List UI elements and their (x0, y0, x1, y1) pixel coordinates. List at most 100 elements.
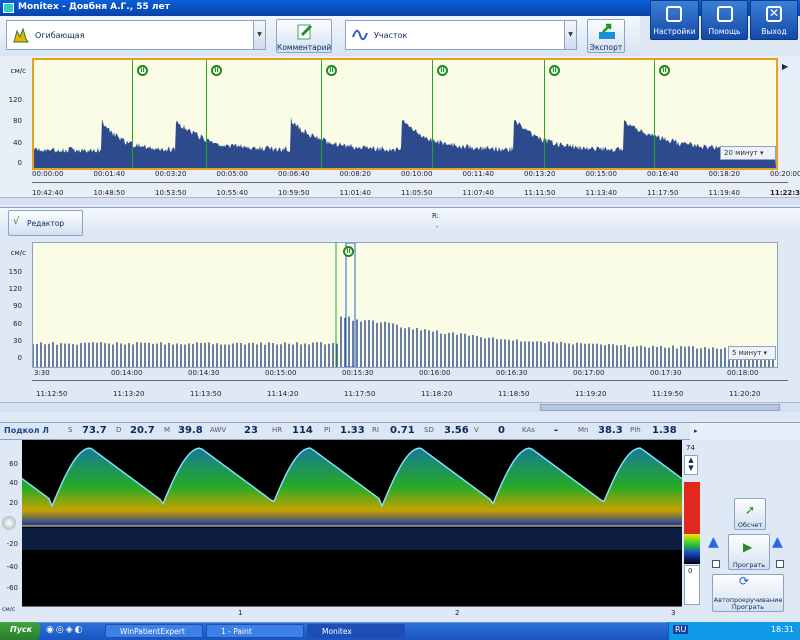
overview-clock-axis (32, 182, 788, 187)
metric-label: HR (272, 426, 282, 434)
detail-span-select[interactable]: 5 минут ▾ (728, 346, 776, 360)
detail-scrollbar[interactable] (0, 402, 800, 412)
overview-span-value: 20 минут (724, 149, 758, 157)
formula-icon: √ (13, 216, 19, 227)
envelope-select[interactable]: Огибающая ▼ (6, 20, 266, 50)
overview-clock-tick: 11:11:50 (524, 189, 555, 197)
overview-y-unit: см/с (4, 67, 26, 75)
overview-y-tick: 80 (0, 117, 22, 125)
detail-chart[interactable] (32, 242, 778, 368)
quicklaunch-icons[interactable]: ◉◎◈◐ (46, 625, 102, 637)
language-indicator[interactable]: RU (673, 625, 688, 634)
marker-line (432, 60, 433, 168)
overview-time-tick: 00:20:00 (770, 170, 800, 178)
segment-marker[interactable]: II (326, 65, 337, 76)
metric-label: Mn (578, 426, 588, 434)
right-checkbox[interactable] (776, 560, 784, 568)
envelope-select-value: Огибающая (35, 31, 85, 40)
chevron-down-icon[interactable]: ▼ (253, 21, 265, 49)
detail-clock-tick: 11:12:50 (36, 390, 67, 398)
arrow-up-icon[interactable]: ▲ (772, 534, 783, 550)
arrow-up-icon[interactable]: ▲ (708, 534, 719, 550)
detail-y-tick: 120 (0, 285, 22, 293)
comment-button[interactable]: Комментарий (276, 19, 332, 53)
marker-line (132, 60, 133, 168)
exit-button[interactable]: ✕ Выход (750, 0, 798, 40)
metric-label: M (164, 426, 170, 434)
pencil-note-icon (296, 23, 314, 41)
overview-y-tick: 40 (0, 139, 22, 147)
detail-y-unit: см/с (4, 249, 26, 257)
spectrum-reverse-noise (22, 528, 682, 550)
detail-time-tick: 00:15:30 (342, 369, 373, 377)
window-title: Monitex - Довбня А.Г., 55 лет (18, 2, 170, 12)
segment-marker[interactable]: II (211, 65, 222, 76)
play-icon: ▶ (743, 540, 752, 554)
overview-time-tick: 00:01:40 (94, 170, 125, 178)
segment-marker[interactable]: II (549, 65, 560, 76)
task-paint[interactable]: 1 - Paint (206, 624, 304, 638)
metric-label: PI (324, 426, 330, 434)
segment-marker[interactable]: II (137, 65, 148, 76)
wave-icon (352, 27, 368, 43)
detail-scroll-thumb[interactable] (540, 404, 780, 411)
color-scale-max: 74 (686, 444, 695, 452)
help-label: Помощь (709, 27, 741, 36)
detail-y-tick: 150 (0, 268, 22, 276)
overview-time-tick: 00:03:20 (155, 170, 186, 178)
calc-label: Обсчет (738, 521, 762, 529)
left-checkbox[interactable] (712, 560, 720, 568)
detail-clock-tick: 11:13:20 (113, 390, 144, 398)
play-button[interactable]: ▶ Програть (728, 534, 770, 570)
autoplay-button[interactable]: ⟳ Автопрокручивание Програть (712, 574, 784, 612)
overview-envelope-area (34, 117, 776, 168)
color-scale-gradient (684, 534, 700, 564)
doppler-spectrum (22, 440, 682, 606)
metric-value: 1.33 (340, 425, 365, 436)
overview-time-tick: 00:15:00 (586, 170, 617, 178)
start-button[interactable]: Пуск (0, 622, 40, 640)
overview-clock-tick: 11:17:50 (647, 189, 678, 197)
scroll-right-icon[interactable]: ▶ (782, 62, 792, 72)
task-label: 1 - Paint (221, 627, 252, 636)
exit-label: Выход (761, 27, 786, 36)
overview-time-tick: 00:11:40 (463, 170, 494, 178)
overview-span-select[interactable]: 20 минут ▾ (720, 146, 776, 160)
metric-label: RI (372, 426, 379, 434)
marker-line (654, 60, 655, 168)
chevron-down-icon[interactable]: ▼ (564, 21, 576, 49)
task-label: Monitex (322, 627, 352, 636)
close-icon: ✕ (766, 6, 782, 22)
spectrum-unit: см/с (2, 606, 15, 613)
task-winpatientexpert[interactable]: WinPatientExpert (105, 624, 203, 638)
overview-time-tick: 00:05:00 (217, 170, 248, 178)
calc-button[interactable]: ➚ Обсчет (734, 498, 766, 530)
help-button[interactable]: Помощь (701, 0, 748, 40)
editor-label: Редактор (27, 219, 64, 228)
detail-marker[interactable]: II (343, 246, 354, 257)
metric-value: 73.7 (82, 425, 107, 436)
settings-button[interactable]: Настройки (650, 0, 699, 40)
overview-time-tick: 00:13:20 (524, 170, 555, 178)
detail-clock-tick: 11:20:20 (729, 390, 760, 398)
gain-stepper[interactable]: ▲ ▼ (684, 455, 698, 475)
task-monitex[interactable]: Monitex (307, 624, 405, 638)
detail-time-tick: 3:30 (34, 369, 50, 377)
metric-value: 114 (292, 425, 313, 436)
spectrum-y-tick: -40 (0, 563, 18, 571)
marker-line (321, 60, 322, 168)
baseline-slider-knob[interactable] (2, 516, 16, 530)
spectrum-x-axis (22, 606, 682, 616)
editor-button[interactable]: √ Редактор (8, 210, 83, 236)
metric-value: - (554, 425, 558, 436)
spectrum-y-tick: 20 (0, 499, 18, 507)
detail-clock-tick: 11:18:50 (498, 390, 529, 398)
segment-marker[interactable]: II (659, 65, 670, 76)
segment-marker[interactable]: II (437, 65, 448, 76)
overview-scrollbar[interactable] (0, 197, 800, 205)
export-button[interactable]: Экспорт (587, 19, 625, 53)
r-label: R: (432, 212, 439, 220)
section-select[interactable]: Участок ▼ (345, 20, 577, 50)
detail-clock-tick: 11:19:50 (652, 390, 683, 398)
metrics-expand-icon[interactable]: ▸ (690, 422, 800, 440)
